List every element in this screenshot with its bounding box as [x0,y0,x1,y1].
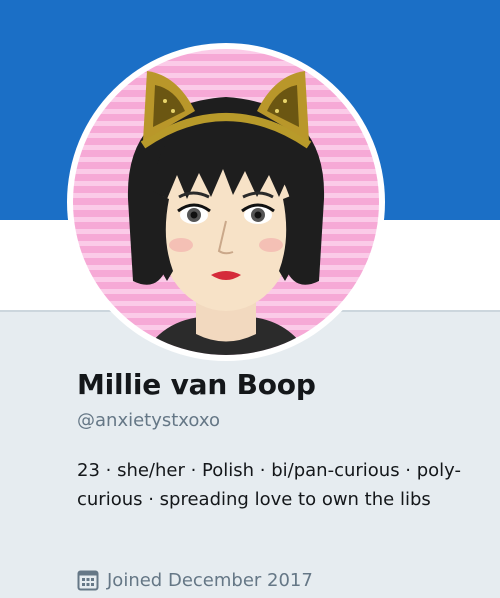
profile-bio: 23 · she/her · Polish · bi/pan-curious ·… [77,460,462,510]
display-name: Millie van Boop [77,368,316,401]
joined-date-row: Joined December 2017 [77,568,313,592]
avatar-image [73,49,379,355]
profile-avatar[interactable] [67,43,385,361]
user-handle[interactable]: @anxietystxoxo [77,410,220,431]
joined-date-label: Joined December 2017 [107,569,313,591]
calendar-icon [77,569,99,591]
